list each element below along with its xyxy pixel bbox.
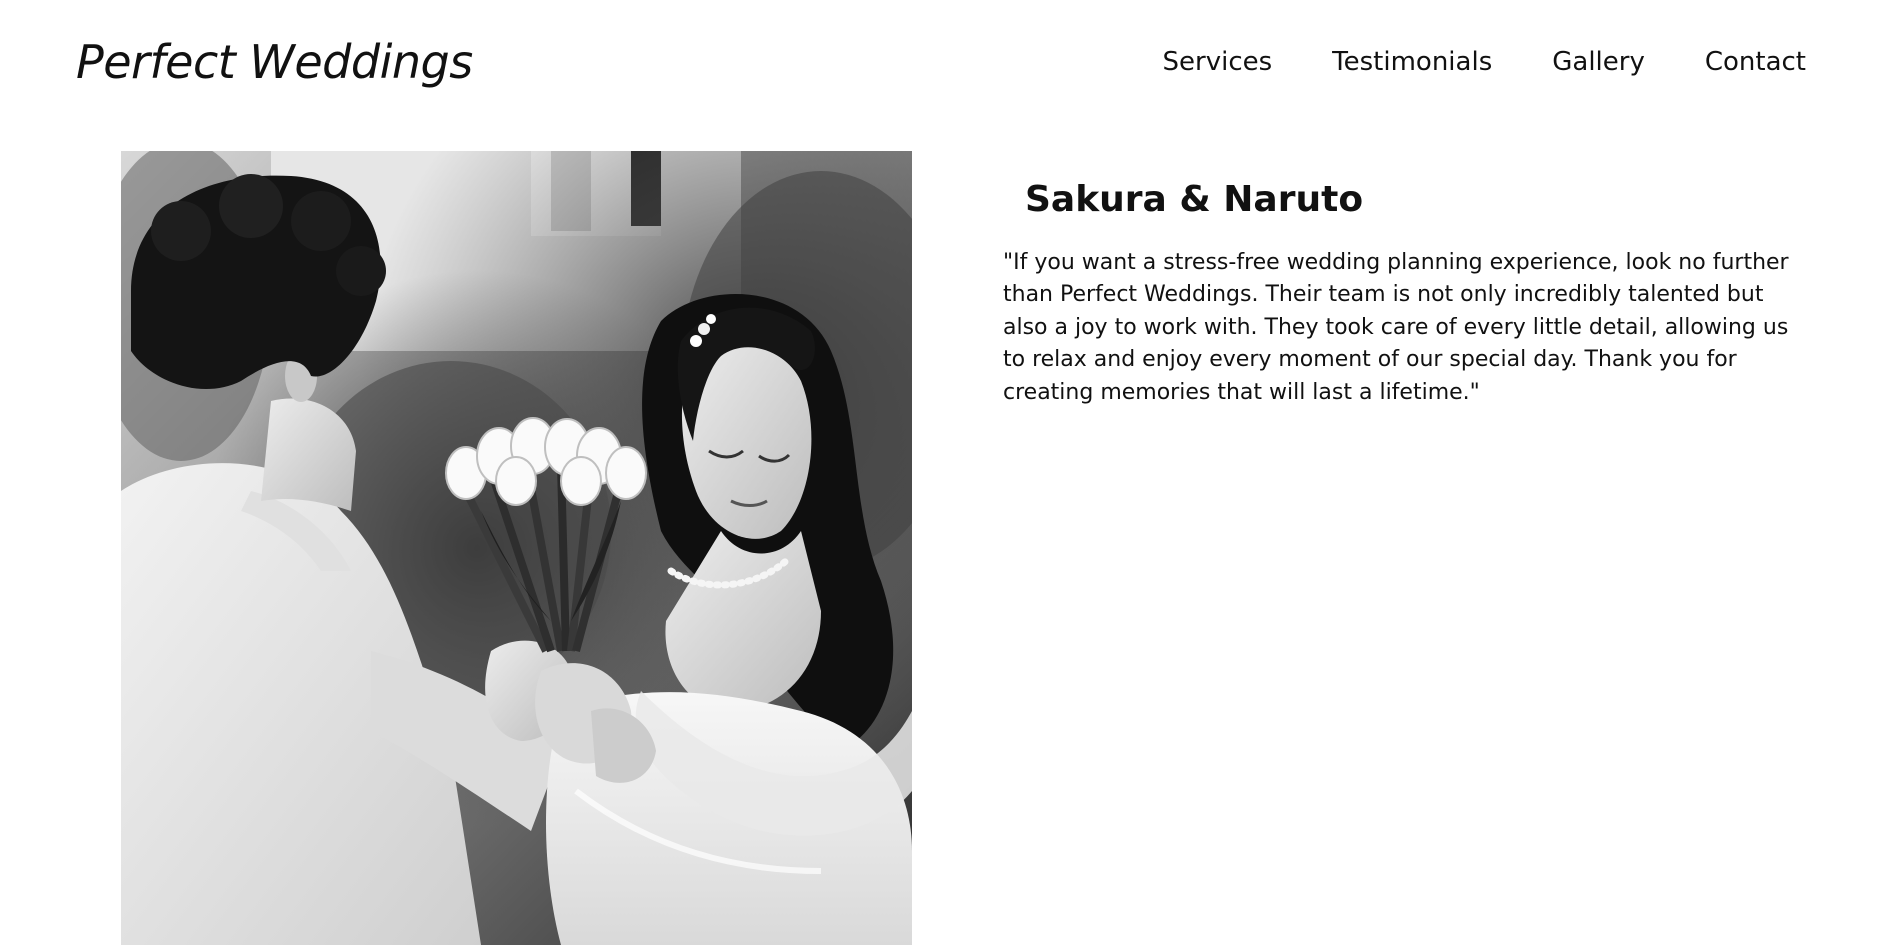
testimonial-couple-name: Sakura & Naruto	[1025, 179, 1364, 220]
nav-link-gallery[interactable]: Gallery	[1552, 44, 1645, 80]
site-logo[interactable]: Perfect Weddings	[76, 34, 473, 90]
couple-photo	[121, 151, 912, 945]
nav-link-contact[interactable]: Contact	[1705, 44, 1806, 80]
nav-link-services[interactable]: Services	[1163, 44, 1273, 80]
nav-link-testimonials[interactable]: Testimonials	[1332, 44, 1492, 80]
site-header: Perfect Weddings Services Testimonials G…	[0, 0, 1893, 125]
main-nav: Services Testimonials Gallery Contact	[1163, 44, 1806, 80]
page: Perfect Weddings Services Testimonials G…	[0, 0, 1893, 945]
couple-photo-illustration	[121, 151, 912, 945]
testimonial-quote: "If you want a stress-free wedding plann…	[1003, 250, 1789, 405]
